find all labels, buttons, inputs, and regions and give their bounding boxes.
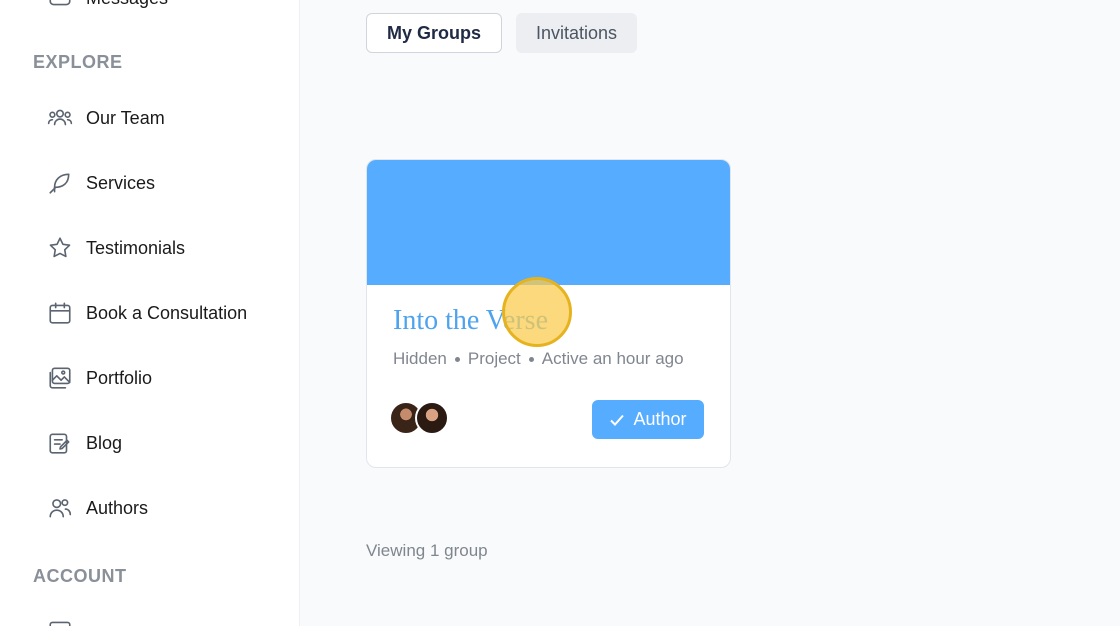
sidebar-item-testimonials[interactable]: Testimonials (46, 228, 185, 268)
group-card: Into the Verse Hidden Project Active an … (366, 159, 731, 468)
group-meta: Hidden Project Active an hour ago (393, 349, 684, 369)
main-content: My Groups Invitations Into the Verse Hid… (300, 0, 1120, 626)
member-avatars[interactable] (389, 401, 449, 435)
sidebar-item-label: Blog (86, 432, 123, 453)
images-icon (46, 364, 74, 392)
group-count: Viewing 1 group (366, 541, 488, 560)
sidebar-item-partial[interactable] (46, 610, 74, 626)
group-title-link[interactable]: Into the Verse (393, 305, 548, 337)
group-cover[interactable] (367, 160, 730, 285)
sidebar-item-book-consultation[interactable]: Book a Consultation (46, 293, 247, 333)
star-icon (46, 234, 74, 262)
separator-dot (454, 356, 460, 362)
group-type: Project (467, 349, 521, 368)
sidebar-item-blog[interactable]: Blog (46, 423, 122, 463)
sidebar-item-label: Messages (86, 0, 168, 9)
sidebar-item-portfolio[interactable]: Portfolio (46, 358, 152, 398)
group-visibility: Hidden (393, 349, 447, 368)
tab-invitations[interactable]: Invitations (516, 13, 638, 53)
avatar[interactable] (415, 401, 449, 435)
section-heading-account: ACCOUNT (33, 566, 127, 586)
user-pair-icon (46, 494, 74, 522)
calendar-icon (46, 299, 74, 327)
sidebar-item-label: Services (86, 172, 156, 193)
users-group-icon (46, 104, 74, 132)
group-activity: Active an hour ago (541, 349, 684, 368)
role-label: Author (633, 409, 687, 429)
sidebar-item-services[interactable]: Services (46, 163, 155, 203)
sidebar-item-label: Testimonials (86, 237, 186, 258)
section-heading-explore: EXPLORE (33, 52, 123, 72)
calendar-icon (46, 616, 74, 626)
sidebar-item-label: Our Team (86, 107, 165, 128)
sidebar-item-authors[interactable]: Authors (46, 488, 148, 528)
sidebar-item-label: Authors (86, 497, 149, 518)
sidebar-item-label: Book a Consultation (86, 302, 248, 323)
author-role-button[interactable]: Author (592, 400, 704, 439)
sidebar: Messages EXPLORE Our Team Services Testi… (0, 0, 300, 626)
message-icon (46, 0, 74, 12)
check-icon (610, 414, 625, 426)
tab-my-groups[interactable]: My Groups (366, 13, 503, 53)
sidebar-item-messages[interactable]: Messages (46, 0, 168, 18)
note-edit-icon (46, 429, 74, 457)
sidebar-item-label: Portfolio (86, 367, 153, 388)
separator-dot (528, 356, 534, 362)
sidebar-item-our-team[interactable]: Our Team (46, 98, 165, 138)
feather-icon (46, 169, 74, 197)
